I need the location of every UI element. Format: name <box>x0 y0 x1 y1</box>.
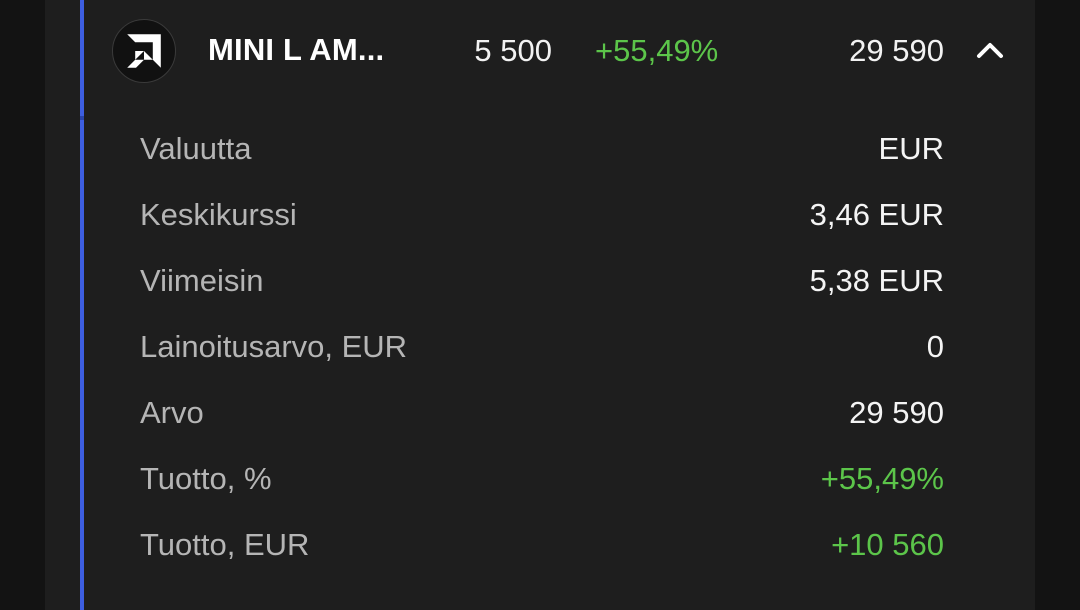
accent-divider <box>80 116 84 120</box>
instrument-name: MINI L AM... <box>208 32 385 67</box>
page: MINI L AM... 5 500 +55,49% 29 590 Valuut… <box>0 0 1080 610</box>
detail-row-loan-value: Lainoitusarvo, EUR 0 <box>140 315 944 381</box>
detail-row-return-eur: Tuotto, EUR +10 560 <box>140 513 944 579</box>
chevron-up-icon[interactable] <box>976 38 1004 62</box>
detail-label: Viimeisin <box>140 263 264 298</box>
detail-row-last-price: Viimeisin 5,38 EUR <box>140 249 944 315</box>
detail-label: Tuotto, EUR <box>140 527 310 562</box>
detail-value: 29 590 <box>849 395 944 430</box>
detail-label: Keskikurssi <box>140 197 297 232</box>
holding-details: Valuutta EUR Keskikurssi 3,46 EUR Viimei… <box>140 117 944 579</box>
detail-label: Valuutta <box>140 131 252 166</box>
detail-row-return-percent: Tuotto, % +55,49% <box>140 447 944 513</box>
holding-header-row[interactable]: MINI L AM... 5 500 +55,49% 29 590 <box>84 0 1035 104</box>
quantity: 5 500 <box>474 33 552 68</box>
detail-row-currency: Valuutta EUR <box>140 117 944 183</box>
detail-value: +55,49% <box>820 461 944 496</box>
position-value: 29 590 <box>849 33 944 68</box>
amd-logo-glyph <box>127 34 161 68</box>
detail-value: EUR <box>878 131 944 166</box>
detail-value: +10 560 <box>831 527 944 562</box>
detail-label: Tuotto, % <box>140 461 272 496</box>
amd-logo-icon <box>112 19 176 83</box>
change-percent: +55,49% <box>595 33 719 68</box>
detail-label: Arvo <box>140 395 204 430</box>
detail-value: 0 <box>926 329 944 364</box>
detail-label: Lainoitusarvo, EUR <box>140 329 408 364</box>
detail-value: 5,38 EUR <box>809 263 944 298</box>
detail-value: 3,46 EUR <box>809 197 944 232</box>
detail-row-average-price: Keskikurssi 3,46 EUR <box>140 183 944 249</box>
detail-row-value: Arvo 29 590 <box>140 381 944 447</box>
